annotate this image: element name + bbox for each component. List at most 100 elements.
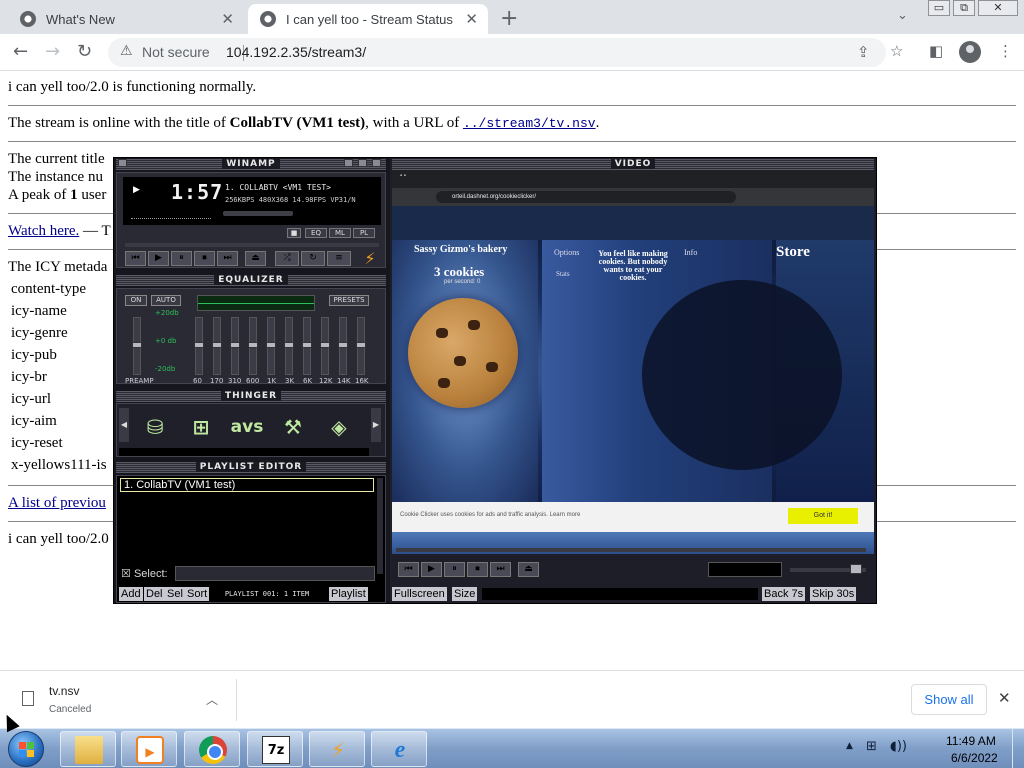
security-label[interactable]: Not secure: [142, 44, 210, 60]
playlist-title-bar[interactable]: PLAYLIST EDITOR: [116, 462, 386, 473]
share-icon[interactable]: ⇪: [857, 43, 870, 61]
playlist-scrollbar[interactable]: [377, 478, 383, 574]
profile-avatar-icon[interactable]: [959, 41, 981, 63]
clock-date[interactable]: 6/6/2022: [951, 751, 998, 765]
video-frame[interactable]: ▪ ▪ orteil.dashnet.org/cookieclicker/ Sa…: [392, 170, 874, 554]
show-hidden-icons-icon[interactable]: ▲: [846, 741, 853, 751]
close-shelf-icon[interactable]: ✕: [998, 689, 1011, 707]
video-pause-button[interactable]: ⏸: [444, 562, 465, 577]
eq-on-button[interactable]: ON: [125, 295, 147, 306]
thinger-scroll-left-icon[interactable]: ◀: [119, 408, 129, 442]
playlist-item[interactable]: 1. CollabTV (VM1 test): [120, 478, 374, 492]
eq-band-slider[interactable]: [320, 317, 330, 375]
tab-stream-status[interactable]: I can yell too - Stream Status ✕: [248, 4, 488, 34]
warning-triangle-icon[interactable]: ⚠: [120, 43, 133, 59]
video-play-button[interactable]: ▶: [421, 562, 442, 577]
watch-here-link[interactable]: Watch here.: [8, 223, 79, 239]
taskbar-internet-explorer[interactable]: e: [371, 731, 427, 767]
winamp-minimize-icon[interactable]: [344, 159, 353, 167]
eq-band-slider[interactable]: [212, 317, 222, 375]
stop-button[interactable]: ⏹: [194, 251, 215, 266]
playlist-sort-button[interactable]: Sort: [185, 587, 210, 601]
clock-time[interactable]: 11:49 AM: [946, 734, 996, 748]
size-button[interactable]: Size: [452, 587, 478, 601]
fullscreen-button[interactable]: Fullscreen: [392, 587, 447, 601]
eq-band-slider[interactable]: [302, 317, 312, 375]
chevron-up-icon[interactable]: ︿: [206, 691, 218, 708]
select-close-icon[interactable]: ☒: [121, 568, 131, 580]
winamp-close-icon[interactable]: [372, 159, 381, 167]
seek-bar[interactable]: [125, 243, 379, 247]
playlist-sel-button[interactable]: Sel: [165, 587, 185, 601]
eq-knob[interactable]: [320, 342, 330, 348]
ml-toggle[interactable]: ML: [329, 228, 351, 238]
volume-slider[interactable]: [223, 211, 293, 216]
playlist-menu-button[interactable]: Playlist: [329, 587, 368, 601]
eq-toggle[interactable]: EQ: [305, 228, 327, 238]
video-stop-button[interactable]: ⏹: [467, 562, 488, 577]
volume-icon[interactable]: ◖)): [890, 739, 907, 754]
taskbar-7zip[interactable]: 7z: [247, 731, 303, 767]
download-file-name[interactable]: tv.nsv: [49, 684, 79, 698]
network-icon[interactable]: ⊞: [866, 739, 877, 754]
video-seek-bar[interactable]: [396, 548, 866, 552]
stream-url-link[interactable]: ../stream3/tv.nsv: [463, 116, 596, 131]
eq-band-slider[interactable]: [248, 317, 258, 375]
forward-arrow-icon[interactable]: →: [45, 41, 60, 62]
thinger-title-bar[interactable]: THINGER: [116, 391, 386, 402]
eq-knob[interactable]: [338, 342, 348, 348]
eq-band-slider[interactable]: [338, 317, 348, 375]
winamp-logo-icon[interactable]: ⚡: [359, 249, 381, 268]
equalizer-title-bar[interactable]: EQUALIZER: [116, 275, 386, 286]
repeat-button[interactable]: ↻: [301, 251, 325, 266]
thinger-avs-icon[interactable]: avs: [229, 410, 265, 444]
video-next-button[interactable]: ⏭: [490, 562, 511, 577]
thinger-app-icon[interactable]: ⊞: [183, 410, 219, 444]
start-button[interactable]: [8, 731, 44, 767]
thinger-scroll-right-icon[interactable]: ▶: [371, 408, 381, 442]
eq-band-slider[interactable]: [266, 317, 276, 375]
select-dropdown[interactable]: [175, 566, 375, 581]
eq-preamp-slider[interactable]: [132, 317, 142, 375]
video-eject-button[interactable]: ⏏: [518, 562, 539, 577]
taskbar-winamp[interactable]: ⚡: [309, 731, 365, 767]
reload-icon[interactable]: ↻: [77, 41, 92, 62]
thinger-app-icon[interactable]: ⚒: [275, 410, 311, 444]
new-tab-button[interactable]: +: [500, 6, 518, 31]
playlist-add-button[interactable]: Add: [119, 587, 143, 601]
previous-button[interactable]: ⏮: [125, 251, 146, 266]
previous-titles-link[interactable]: A list of previou: [8, 495, 106, 511]
eq-presets-button[interactable]: PRESETS: [329, 295, 369, 306]
address-bar[interactable]: ⚠ Not secure 104.192.2.35/stream3/ ⇪: [108, 38, 886, 67]
eq-knob[interactable]: [356, 342, 366, 348]
video-title-bar[interactable]: VIDEO: [392, 159, 874, 170]
pl-toggle[interactable]: PL: [353, 228, 375, 238]
url-text[interactable]: 104.192.2.35/stream3/: [226, 44, 366, 60]
kebab-menu-icon[interactable]: ⋮: [998, 42, 1013, 60]
close-tab-icon[interactable]: ✕: [221, 10, 234, 28]
back-arrow-icon[interactable]: ←: [13, 41, 28, 62]
thinger-app-icon[interactable]: ⛁: [137, 410, 173, 444]
visualizer[interactable]: [131, 211, 211, 219]
eq-band-slider[interactable]: [284, 317, 294, 375]
show-desktop-button[interactable]: [1012, 729, 1024, 768]
balance-toggle[interactable]: ■: [287, 228, 301, 238]
video-previous-button[interactable]: ⏮: [398, 562, 419, 577]
taskbar-media-player[interactable]: ▶: [121, 731, 177, 767]
side-panel-icon[interactable]: ◧: [929, 42, 943, 60]
eq-knob[interactable]: [248, 342, 258, 348]
next-button[interactable]: ⏭: [217, 251, 238, 266]
restore-button[interactable]: ⧉: [953, 0, 975, 16]
shuffle-button[interactable]: ⤮: [275, 251, 299, 266]
video-volume-knob[interactable]: [850, 564, 862, 574]
eq-band-slider[interactable]: [194, 317, 204, 375]
minimize-button[interactable]: ▭: [928, 0, 950, 16]
close-tab-icon[interactable]: ✕: [465, 10, 478, 28]
eq-knob[interactable]: [284, 342, 294, 348]
video-window[interactable]: VIDEO ▪ ▪ orteil.dashnet.org/cookieclick…: [390, 158, 876, 603]
winamp-window[interactable]: WINAMP ▶ 1:57 1. COLLABTV <VM1 TEST> 256…: [113, 157, 877, 604]
eq-knob[interactable]: [302, 342, 312, 348]
winamp-menu-icon[interactable]: [118, 159, 127, 167]
back-7s-button[interactable]: Back 7s: [762, 587, 806, 601]
taskbar-chrome[interactable]: [184, 731, 240, 767]
